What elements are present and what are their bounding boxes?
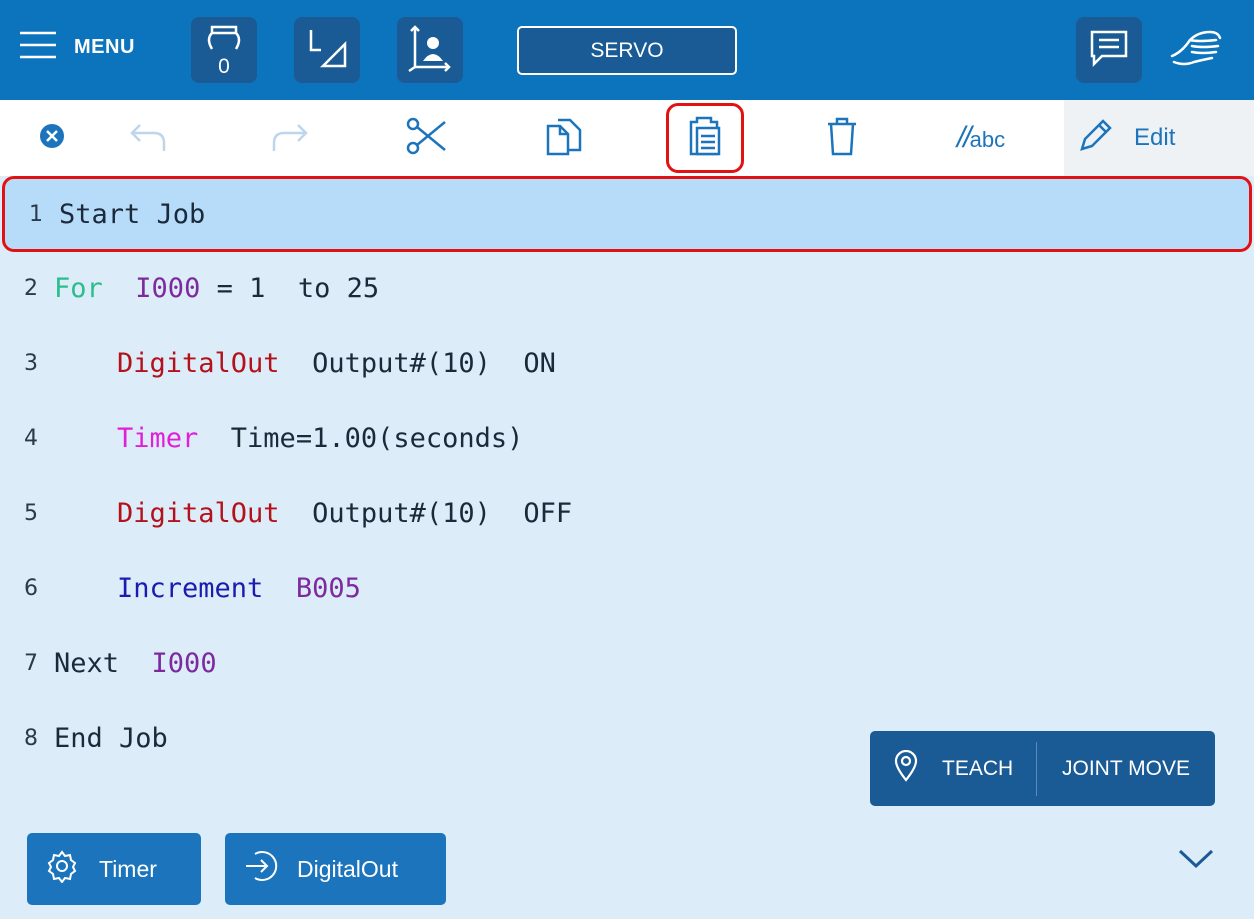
- axis-person-icon: [405, 23, 455, 78]
- comment-button[interactable]: //abc: [936, 100, 1026, 176]
- joint-move-button[interactable]: JOINT MOVE: [1037, 731, 1215, 806]
- tool-select-button[interactable]: 0: [191, 17, 257, 83]
- command-keyword: Timer: [117, 423, 199, 454]
- message-icon: [1089, 29, 1129, 72]
- program-line-5[interactable]: 5 DigitalOut Output#(10) OFF: [0, 476, 1254, 551]
- program-line-1[interactable]: 1 Start Job: [2, 176, 1252, 252]
- quick-timer-label: Timer: [99, 855, 157, 882]
- hand-guide-button[interactable]: [1163, 22, 1229, 78]
- quick-digitalout-button[interactable]: DigitalOut: [225, 833, 446, 905]
- teach-label: TEACH: [942, 756, 1014, 780]
- line-number: 5: [24, 501, 38, 526]
- jog-frame-button[interactable]: [397, 17, 463, 83]
- hamburger-icon: [20, 30, 56, 65]
- messages-button[interactable]: [1076, 17, 1142, 83]
- cancel-button[interactable]: [30, 100, 74, 176]
- line-text: Start Job: [59, 198, 206, 230]
- gear-icon: [45, 849, 79, 889]
- scissors-icon: [405, 116, 447, 161]
- program-line-7[interactable]: 7 Next I000: [0, 626, 1254, 701]
- teach-button[interactable]: TEACH: [870, 731, 1036, 806]
- line-number: 6: [24, 576, 38, 601]
- line-number: 4: [24, 426, 38, 451]
- trash-icon: [826, 116, 858, 161]
- line-number: 8: [24, 726, 38, 751]
- command-keyword: Increment: [117, 573, 264, 604]
- line-number: 1: [29, 201, 43, 227]
- for-keyword: For: [54, 273, 103, 304]
- command-keyword: DigitalOut: [117, 348, 280, 379]
- copy-icon: [544, 116, 584, 161]
- loop-variable: I000: [151, 648, 217, 679]
- redo-button[interactable]: [262, 100, 318, 176]
- cut-button[interactable]: [398, 100, 454, 176]
- command-args: Output#(10) OFF: [279, 498, 573, 529]
- program-line-2[interactable]: 2 For I000 = 1 to 25: [0, 251, 1254, 326]
- command-args: Time=1.00(seconds): [198, 423, 524, 454]
- menu-label: MENU: [74, 36, 135, 58]
- top-bar: MENU 0 SERVO: [0, 0, 1254, 100]
- gripper-icon: [204, 23, 244, 58]
- program-line-6[interactable]: 6 Increment B005: [0, 551, 1254, 626]
- line-text: Next: [54, 648, 120, 679]
- arrow-in-circle-icon: [243, 848, 279, 890]
- for-range: = 1 to 25: [200, 273, 380, 304]
- tool-number: 0: [218, 55, 230, 78]
- paste-highlight-box: [666, 103, 744, 173]
- undo-button[interactable]: [120, 100, 176, 176]
- line-text: End Job: [54, 723, 168, 754]
- line-number: 2: [24, 276, 38, 301]
- edit-label: Edit: [1134, 124, 1176, 151]
- variable-name: B005: [295, 573, 361, 604]
- program-line-3[interactable]: 3 DigitalOut Output#(10) ON: [0, 326, 1254, 401]
- command-args: Output#(10) ON: [279, 348, 556, 379]
- redo-icon: [270, 119, 310, 158]
- close-circle-icon: [39, 123, 65, 154]
- comment-icon: //abc: [956, 121, 1006, 154]
- chevron-down-icon: [1178, 849, 1214, 874]
- quick-digitalout-label: DigitalOut: [297, 855, 398, 882]
- undo-icon: [128, 119, 168, 158]
- servo-button[interactable]: SERVO: [517, 26, 737, 75]
- loop-variable: I000: [135, 273, 201, 304]
- expand-button[interactable]: [1178, 848, 1214, 875]
- hand-icon: [1170, 26, 1222, 75]
- edit-button[interactable]: Edit: [1064, 100, 1254, 176]
- location-pin-icon: [894, 749, 918, 788]
- copy-button[interactable]: [536, 100, 592, 176]
- command-keyword: DigitalOut: [117, 498, 280, 529]
- joint-move-label: JOINT MOVE: [1062, 756, 1190, 780]
- coordinate-frame-button[interactable]: [294, 17, 360, 83]
- quick-timer-button[interactable]: Timer: [27, 833, 201, 905]
- user-frame-icon: [303, 24, 351, 77]
- pencil-icon: [1078, 118, 1112, 158]
- line-number: 3: [24, 351, 38, 376]
- menu-button[interactable]: MENU: [20, 30, 135, 65]
- teach-joint-group: TEACH JOINT MOVE: [870, 731, 1215, 806]
- delete-button[interactable]: [814, 100, 870, 176]
- edit-toolbar: //abc Edit: [0, 100, 1254, 176]
- program-line-4[interactable]: 4 Timer Time=1.00(seconds): [0, 401, 1254, 476]
- line-number: 7: [24, 651, 38, 676]
